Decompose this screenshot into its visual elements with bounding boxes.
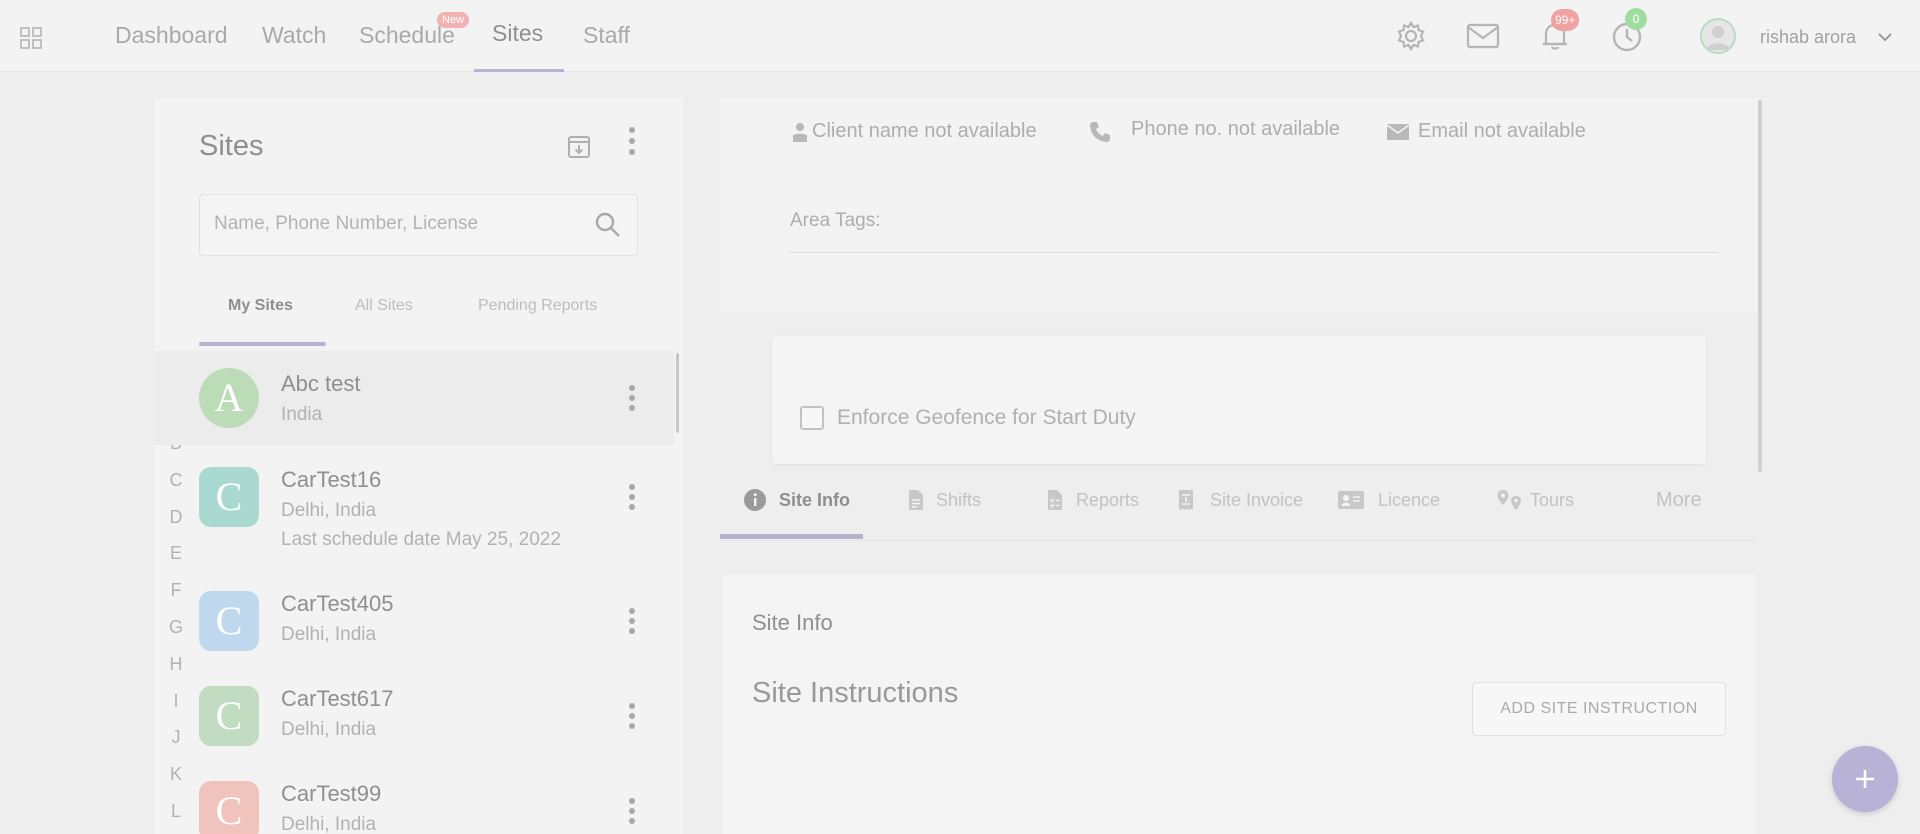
- invoice-icon: [1179, 490, 1193, 510]
- active-detail-tab-underline: [720, 534, 863, 539]
- sites-sidebar-header: Sites My Sites All Sites Pending Reports: [154, 98, 683, 350]
- site-avatar: C: [199, 686, 259, 746]
- tab-site-invoice[interactable]: Site Invoice: [1210, 490, 1303, 511]
- site-name: Abc test: [281, 371, 361, 396]
- clock-count-badge: 0: [1625, 8, 1647, 30]
- site-location: Delhi, India: [281, 719, 377, 740]
- last-schedule-date: Last schedule date May 25, 2022: [281, 529, 561, 550]
- detail-tabs-divider: [720, 540, 1754, 541]
- geofence-card: Enforce Geofence for Start Duty: [772, 336, 1706, 464]
- site-avatar: C: [199, 591, 259, 651]
- tab-shifts[interactable]: Shifts: [936, 490, 981, 511]
- nav-dashboard[interactable]: Dashboard: [115, 22, 228, 49]
- more-vertical-icon[interactable]: [626, 483, 638, 511]
- more-vertical-icon[interactable]: [626, 797, 638, 825]
- tab-site-info[interactable]: Site Info: [779, 490, 850, 511]
- geofence-label[interactable]: Enforce Geofence for Start Duty: [837, 406, 1136, 430]
- licence-card-icon: [1338, 491, 1364, 509]
- site-location: Delhi, India: [281, 624, 377, 645]
- new-badge: New: [437, 12, 470, 28]
- person-icon: [793, 123, 807, 142]
- add-fab-button[interactable]: [1832, 746, 1898, 812]
- active-tab-underline: [199, 342, 326, 346]
- chevron-down-icon[interactable]: [1876, 28, 1894, 46]
- tab-all-sites[interactable]: All Sites: [355, 297, 413, 315]
- tab-tours[interactable]: Tours: [1530, 490, 1574, 511]
- top-navigation-bar: Dashboard Watch Schedule New Sites Staff…: [0, 0, 1920, 72]
- area-tags-label: Area Tags:: [790, 210, 881, 231]
- sidebar-title: Sites: [199, 130, 264, 162]
- archive-download-icon[interactable]: [566, 134, 592, 160]
- email-icon: [1386, 124, 1410, 140]
- geofence-checkbox[interactable]: [800, 406, 824, 430]
- phone-icon: [1090, 122, 1110, 142]
- site-avatar: A: [199, 368, 259, 428]
- site-info-card: Site Info Site Instructions ADD SITE INS…: [722, 575, 1756, 834]
- site-list-scrollbar[interactable]: [676, 353, 679, 433]
- client-phone: Phone no. not available: [1131, 118, 1341, 140]
- site-instructions-title: Site Instructions: [752, 677, 959, 709]
- more-vertical-icon[interactable]: [626, 702, 638, 730]
- detail-scrollbar[interactable]: [1758, 100, 1762, 472]
- site-avatar: C: [199, 781, 259, 834]
- search-input[interactable]: [214, 213, 574, 235]
- document-icon: [909, 490, 923, 510]
- client-email: Email not available: [1418, 120, 1586, 142]
- nav-watch[interactable]: Watch: [262, 22, 326, 49]
- apps-grid-icon[interactable]: [20, 27, 42, 49]
- site-name: CarTest617: [281, 686, 394, 711]
- nav-staff[interactable]: Staff: [583, 22, 630, 49]
- notification-count-badge: 99+: [1551, 9, 1580, 31]
- site-info-title: Site Info: [752, 610, 833, 635]
- site-name: CarTest405: [281, 591, 394, 616]
- mail-icon[interactable]: [1465, 18, 1501, 54]
- site-list-item[interactable]: C CarTest405 Delhi, India: [154, 571, 674, 666]
- client-name: Client name not available: [812, 120, 1037, 142]
- tab-my-sites[interactable]: My Sites: [228, 297, 293, 315]
- more-vertical-icon[interactable]: [626, 126, 638, 156]
- tab-more[interactable]: More: [1656, 489, 1702, 512]
- gear-icon[interactable]: [1393, 18, 1429, 54]
- site-list-item[interactable]: C CarTest16 Delhi, India Last schedule d…: [154, 447, 674, 569]
- site-location: Delhi, India: [281, 500, 377, 521]
- site-list-item[interactable]: A Abc test India: [154, 351, 674, 445]
- site-location: India: [281, 404, 323, 425]
- tour-location-icon: [1497, 490, 1521, 510]
- client-info-card: Client name not available Phone no. not …: [720, 98, 1760, 312]
- active-nav-underline: [474, 69, 564, 72]
- site-name: CarTest16: [281, 467, 382, 492]
- add-site-instruction-button[interactable]: ADD SITE INSTRUCTION: [1472, 682, 1726, 736]
- site-avatar: C: [199, 467, 259, 527]
- more-vertical-icon[interactable]: [626, 384, 638, 412]
- user-avatar[interactable]: [1700, 18, 1736, 54]
- sites-sidebar: Sites My Sites All Sites Pending Reports…: [154, 98, 683, 834]
- search-icon[interactable]: [594, 211, 622, 239]
- report-checklist-icon: [1048, 490, 1062, 510]
- site-location: Delhi, India: [281, 814, 377, 834]
- tab-licence[interactable]: Licence: [1378, 490, 1440, 511]
- tab-pending-reports[interactable]: Pending Reports: [478, 297, 597, 315]
- site-list-item[interactable]: C CarTest99 Delhi, India: [154, 761, 674, 834]
- nav-sites[interactable]: Sites: [492, 20, 543, 47]
- plus-icon: [1856, 770, 1874, 788]
- tab-reports[interactable]: Reports: [1076, 490, 1139, 511]
- site-search-box: [199, 194, 638, 256]
- info-icon: [744, 489, 766, 511]
- user-name[interactable]: rishab arora: [1760, 27, 1856, 48]
- site-list-item[interactable]: C CarTest617 Delhi, India: [154, 666, 674, 761]
- more-vertical-icon[interactable]: [626, 607, 638, 635]
- site-name: CarTest99: [281, 781, 382, 806]
- user-silhouette-icon: [1706, 26, 1730, 50]
- area-tags-input-line[interactable]: [790, 252, 1718, 253]
